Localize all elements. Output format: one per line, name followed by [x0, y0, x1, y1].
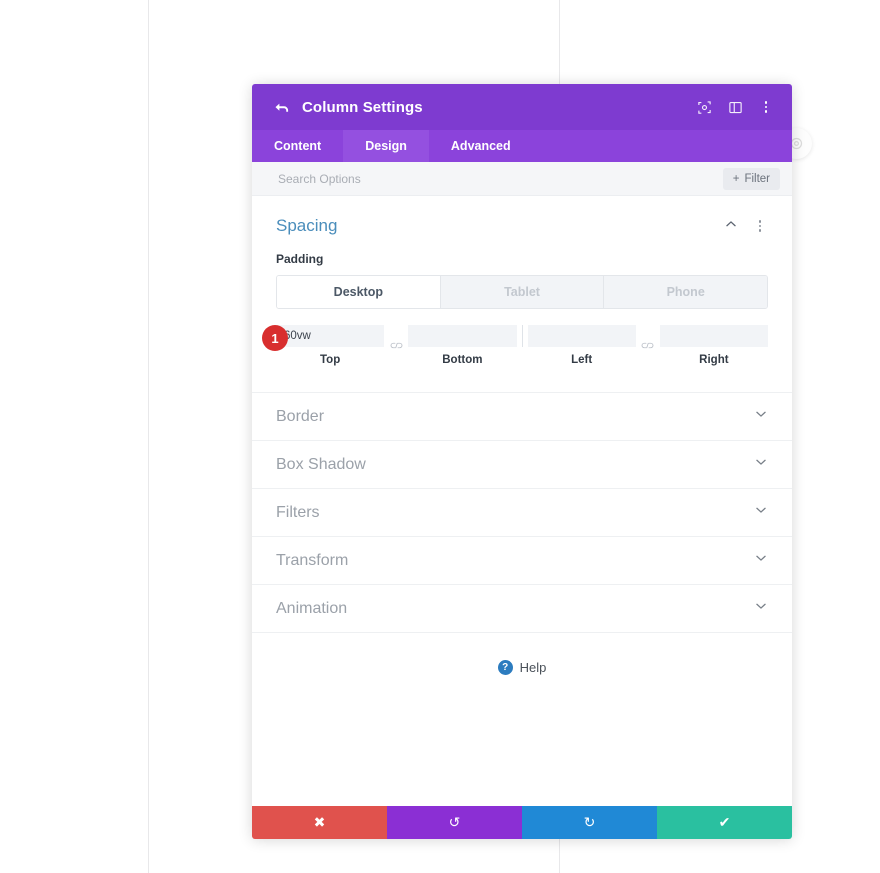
chevron-up-icon[interactable]	[724, 217, 738, 236]
padding-right-cell: Right	[659, 325, 768, 366]
search-input[interactable]	[276, 170, 723, 187]
section-label-filters: Filters	[276, 503, 320, 521]
column-settings-modal: Column Settings Content Design Advanced …	[252, 84, 792, 839]
section-spacing-title: Spacing	[276, 216, 338, 235]
section-label-box-shadow: Box Shadow	[276, 455, 366, 473]
padding-bottom-caption: Bottom	[442, 354, 483, 366]
section-label-animation: Animation	[276, 599, 348, 617]
section-row-animation[interactable]: Animation	[252, 584, 792, 632]
body-bottom-spacer	[252, 742, 792, 806]
tab-design[interactable]: Design	[343, 130, 429, 162]
modal-tab-bar: Content Design Advanced	[252, 130, 792, 162]
section-spacing: Spacing Padding Desktop Tablet Phone 1 6…	[252, 196, 792, 392]
link-vertical-padding-icon[interactable]	[384, 340, 408, 351]
device-option-phone[interactable]: Phone	[604, 276, 767, 308]
link-horizontal-padding-icon[interactable]	[636, 340, 660, 351]
section-more-vertical-icon[interactable]	[752, 220, 768, 232]
plus-icon: +	[732, 172, 740, 185]
device-option-desktop[interactable]: Desktop	[277, 276, 441, 308]
more-vertical-icon[interactable]	[758, 101, 774, 113]
help-area: ? Help	[252, 632, 792, 742]
focus-target-icon[interactable]	[696, 99, 712, 115]
question-mark-icon: ?	[497, 660, 513, 675]
help-label: Help	[519, 660, 547, 675]
padding-right-input[interactable]	[659, 325, 768, 347]
padding-bottom-input[interactable]	[408, 325, 517, 347]
header-icon-group	[696, 99, 774, 115]
tab-content[interactable]: Content	[252, 130, 343, 162]
padding-group-horizontal: Left Right	[527, 325, 768, 366]
modal-footer: ✖ ↺ ↻ ✔	[252, 806, 792, 839]
modal-body: Spacing Padding Desktop Tablet Phone 1 6…	[252, 196, 792, 806]
padding-bottom-cell: Bottom	[408, 325, 517, 366]
padding-left-caption: Left	[571, 354, 593, 366]
save-button[interactable]: ✔	[657, 806, 792, 839]
section-spacing-header: Spacing	[276, 216, 768, 236]
undo-button[interactable]: ↺	[387, 806, 522, 839]
chevron-down-icon[interactable]	[754, 599, 768, 618]
padding-group-vertical: Top Bottom	[276, 325, 517, 366]
padding-right-caption: Right	[699, 354, 729, 366]
filter-button[interactable]: + Filter	[722, 167, 780, 190]
padding-group-divider	[521, 325, 523, 347]
tab-advanced[interactable]: Advanced	[429, 130, 533, 162]
padding-left-cell: Left	[527, 325, 636, 366]
section-label-transform: Transform	[276, 551, 349, 569]
cancel-button[interactable]: ✖	[252, 806, 387, 839]
chevron-down-icon[interactable]	[754, 551, 768, 570]
modal-header: Column Settings	[252, 84, 792, 130]
back-arrow-icon[interactable]	[272, 98, 290, 116]
section-row-box-shadow[interactable]: Box Shadow	[252, 440, 792, 488]
chevron-down-icon[interactable]	[754, 455, 768, 474]
section-row-border[interactable]: Border	[252, 392, 792, 440]
page-title: Column Settings	[302, 98, 423, 116]
padding-left-input[interactable]	[527, 325, 636, 347]
layout-panel-icon[interactable]	[727, 99, 743, 115]
chevron-down-icon[interactable]	[754, 503, 768, 522]
padding-top-cell: Top	[276, 325, 385, 366]
section-row-transform[interactable]: Transform	[252, 536, 792, 584]
section-row-filters[interactable]: Filters	[252, 488, 792, 536]
filter-button-label: Filter	[744, 172, 770, 185]
padding-top-caption: Top	[320, 354, 341, 366]
chevron-down-icon[interactable]	[754, 407, 768, 426]
redo-button[interactable]: ↻	[522, 806, 657, 839]
padding-fields-row: 1 Top Bottom	[262, 325, 768, 392]
section-spacing-controls	[724, 217, 768, 236]
annotation-badge-1: 1	[262, 325, 288, 351]
section-label-border: Border	[276, 407, 325, 425]
help-link[interactable]: ? Help	[497, 660, 547, 675]
builder-guideline-left	[148, 0, 149, 873]
device-option-tablet[interactable]: Tablet	[440, 276, 605, 308]
padding-label: Padding	[276, 252, 324, 266]
device-toggle-group: Desktop Tablet Phone	[276, 275, 768, 309]
search-bar: + Filter	[252, 162, 792, 196]
padding-top-input[interactable]	[276, 325, 385, 347]
